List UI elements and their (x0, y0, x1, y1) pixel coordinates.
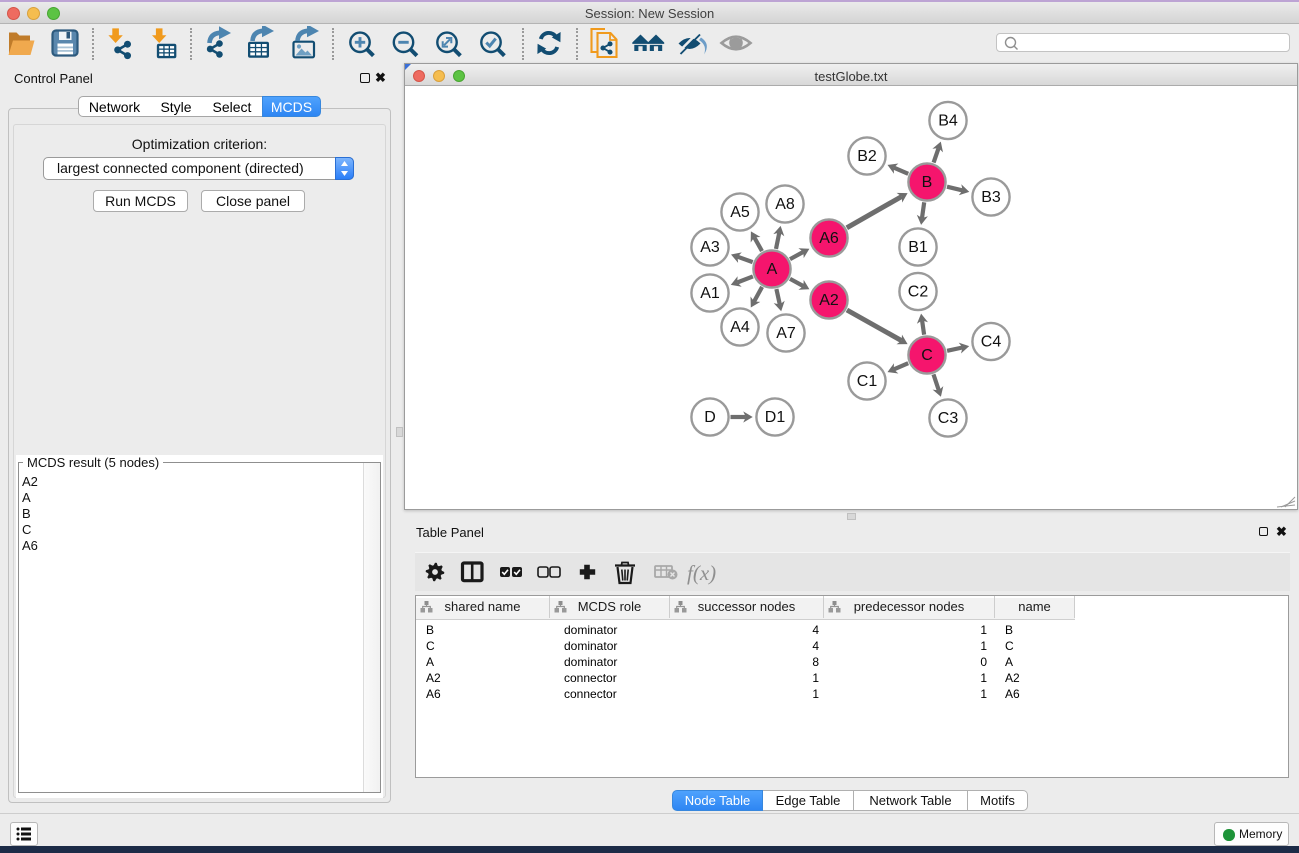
svg-text:C: C (921, 347, 933, 364)
svg-text:B1: B1 (908, 239, 928, 256)
svg-text:A2: A2 (819, 292, 839, 309)
svg-text:C1: C1 (857, 373, 878, 390)
svg-text:A4: A4 (730, 319, 750, 336)
svg-text:C2: C2 (908, 284, 929, 301)
svg-text:B: B (922, 174, 933, 191)
svg-text:A1: A1 (700, 285, 720, 302)
svg-text:A8: A8 (775, 196, 795, 213)
svg-text:B4: B4 (938, 113, 958, 130)
svg-text:D1: D1 (765, 409, 786, 426)
svg-text:A6: A6 (819, 230, 839, 247)
svg-text:B2: B2 (857, 148, 877, 165)
svg-text:A3: A3 (700, 239, 720, 256)
svg-text:f(x): f(x) (687, 561, 716, 585)
svg-text:D: D (704, 409, 716, 426)
svg-text:B3: B3 (981, 189, 1001, 206)
svg-text:A7: A7 (776, 325, 796, 342)
svg-text:A5: A5 (730, 204, 750, 221)
svg-text:A: A (767, 261, 778, 278)
svg-text:C4: C4 (981, 334, 1002, 351)
svg-text:C3: C3 (938, 410, 959, 427)
